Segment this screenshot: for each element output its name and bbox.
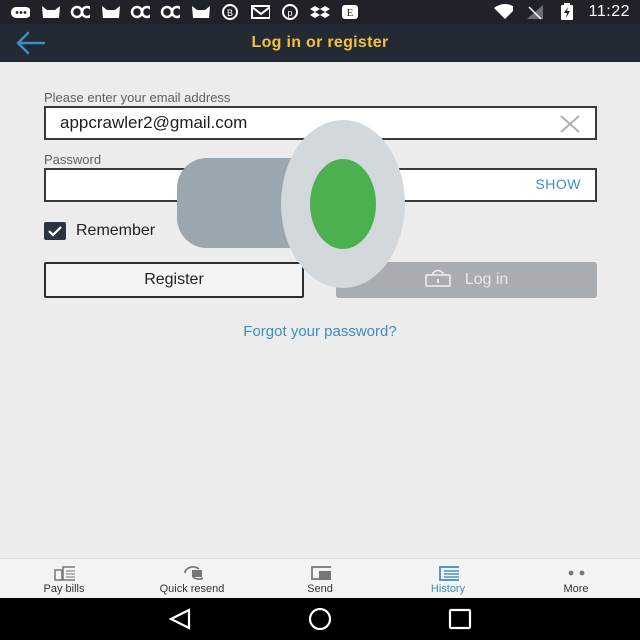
email-label: Please enter your email address [44, 90, 231, 105]
nav-label: More [563, 583, 589, 595]
bills-icon [53, 565, 75, 581]
wifi-icon [493, 4, 513, 19]
nav-pay-bills[interactable]: Pay bills [0, 559, 128, 598]
password-label: Password [44, 152, 102, 167]
signal-icon [525, 5, 545, 20]
remember-label: Remember [76, 222, 156, 239]
glasses-icon [160, 5, 180, 19]
history-icon [437, 565, 459, 581]
system-nav-bar [0, 598, 640, 640]
status-time: 11:22 [588, 3, 630, 20]
back-triangle-icon[interactable] [165, 607, 195, 631]
glasses-icon [130, 5, 150, 19]
forgot-password-link[interactable]: Forgot your password? [0, 323, 640, 340]
battery-icon [557, 3, 577, 20]
notification-icons: B p E [10, 4, 360, 20]
nav-send[interactable]: Send [256, 559, 384, 598]
status-bar: B p E 11:22 [0, 0, 640, 24]
home-circle-icon[interactable] [305, 607, 335, 631]
e-icon: E [340, 5, 360, 19]
dropbox-icon [310, 5, 330, 19]
pinterest-icon: p [280, 4, 300, 20]
resend-icon [181, 565, 203, 581]
remember-toggle[interactable]: Remember [44, 222, 155, 240]
arrow-left-icon[interactable] [14, 30, 48, 56]
nav-history[interactable]: History [384, 559, 512, 598]
nav-quick-resend[interactable]: Quick resend [128, 559, 256, 598]
app-bar: Log in or register [0, 24, 640, 62]
nav-label: Send [307, 583, 333, 595]
more-icon [565, 565, 587, 581]
overlay-toggle-graphic [175, 118, 407, 290]
cat-icon [100, 5, 120, 19]
cat-icon [190, 5, 210, 19]
remember-checkbox[interactable] [44, 222, 66, 240]
send-icon [309, 565, 331, 581]
nav-label: History [430, 583, 466, 595]
bitcoin-icon: B [220, 4, 240, 20]
bottom-nav: Pay bills Quick resend Send History More [0, 558, 640, 598]
recents-square-icon[interactable] [445, 607, 475, 631]
lock-icon [424, 269, 451, 292]
svg-text:E: E [347, 7, 354, 19]
cat-icon [40, 5, 60, 19]
nav-more[interactable]: More [512, 559, 640, 598]
nav-label: Pay bills [43, 583, 85, 595]
chat-icon [10, 5, 30, 19]
mail-icon [250, 5, 270, 19]
clear-icon[interactable] [559, 114, 581, 134]
glasses-icon [70, 5, 90, 19]
svg-text:B: B [227, 8, 233, 18]
page-title: Log in or register [251, 34, 389, 51]
login-label: Log in [464, 271, 509, 288]
svg-text:p: p [287, 8, 292, 18]
show-password-button[interactable]: SHOW [535, 176, 581, 192]
nav-label: Quick resend [159, 583, 225, 595]
